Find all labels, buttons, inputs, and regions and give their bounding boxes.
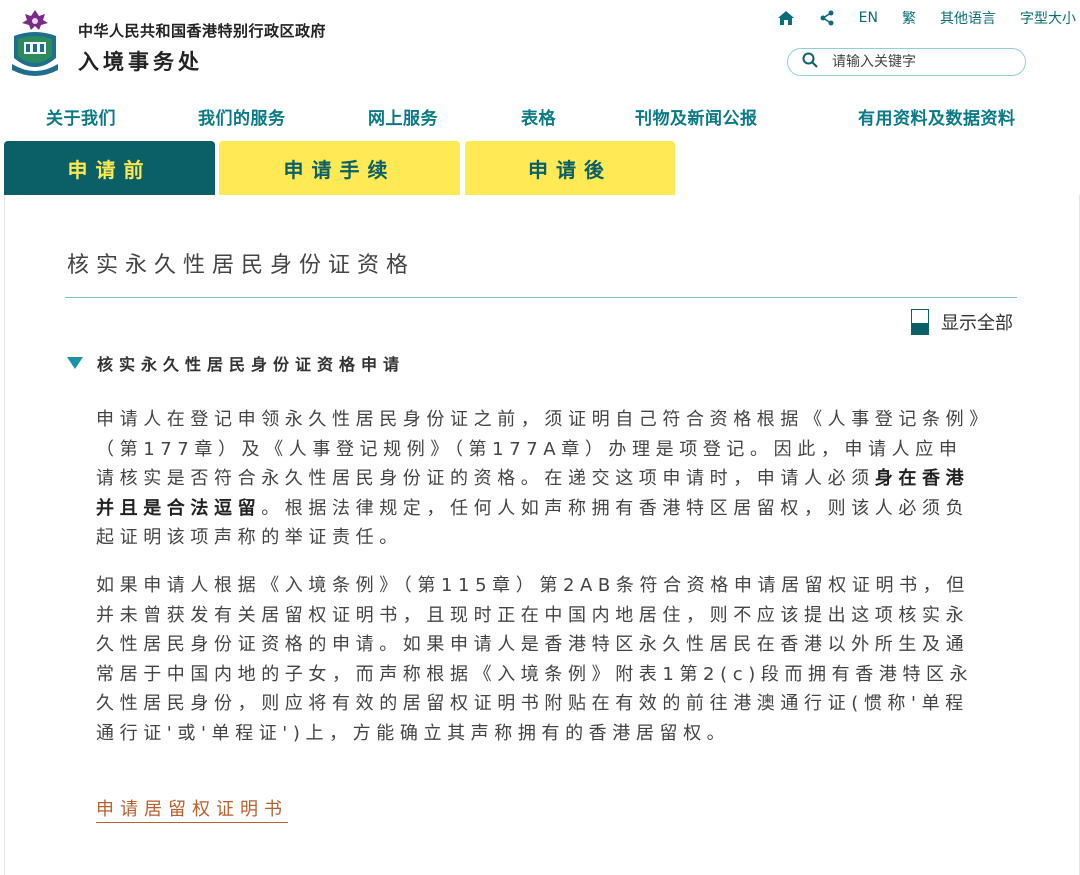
tab-before-application[interactable]: 申请前 [4,141,215,195]
site-header: 中华人民共和国香港特别行政区政府 入境事务处 EN 繁 其他语言 字型大小 [0,0,1080,92]
eligibility-paragraph-2: 如果申请人根据《入境条例》（第115章）第2AB条符合资格申请居留权证明书，但并… [96,575,974,744]
share-icon[interactable] [819,10,835,26]
search-input[interactable] [832,54,1012,70]
show-all-label: 显示全部 [941,313,1013,334]
nav-our-services[interactable]: 我们的服务 [198,104,286,129]
tab-after-application[interactable]: 申请後 [465,141,675,195]
search-icon[interactable] [802,52,818,72]
department-name: 入境事务处 [78,50,203,74]
expanded-triangle-icon [67,357,83,369]
accordion-header[interactable]: 核实永久性居民身份证资格申请 [67,351,405,375]
search-box[interactable] [787,48,1026,76]
main-navigation: 关于我们 我们的服务 网上服务 表格 刊物及新闻公报 有用资料及数据资料 [0,100,1080,132]
tab-application-procedure[interactable]: 申请手续 [219,141,460,195]
eligibility-paragraph-1: 申请人在登记申领永久性居民身份证之前，须证明自己符合资格根据《人事登记条例》（第… [96,405,986,553]
nav-online-services[interactable]: 网上服务 [368,104,438,129]
content-panel: 核实永久性居民身份证资格 显示全部 核实永久性居民身份证资格申请 申请人在登记申… [4,195,1080,875]
utility-links: EN 繁 其他语言 字型大小 [753,8,1076,28]
paragraph-text: 申请人在登记申领永久性居民身份证之前，须证明自己符合资格根据《人事登记条例》（第… [96,409,984,489]
language-en-link[interactable]: EN [859,10,878,26]
font-size-link[interactable]: 字型大小 [1020,8,1076,28]
home-icon[interactable] [777,10,795,26]
other-languages-link[interactable]: 其他语言 [940,8,996,28]
nav-about-us[interactable]: 关于我们 [46,104,116,129]
nav-forms[interactable]: 表格 [521,104,556,129]
show-all-toggle[interactable]: 显示全部 [911,309,1013,335]
accordion-title: 核实永久性居民身份证资格申请 [97,355,406,374]
apply-right-of-abode-certificate-link[interactable]: 申请居留权证明书 [96,795,288,823]
nav-useful-information[interactable]: 有用资料及数据资料 [858,104,1016,129]
language-traditional-link[interactable]: 繁 [902,8,916,28]
government-name: 中华人民共和国香港特别行政区政府 [78,22,327,40]
expand-all-icon [911,309,929,335]
page-title: 核实永久性居民身份证资格 [67,253,416,278]
nav-publications-press[interactable]: 刊物及新闻公报 [635,104,758,129]
title-divider [65,297,1017,298]
immigration-department-logo-icon[interactable] [6,6,64,80]
